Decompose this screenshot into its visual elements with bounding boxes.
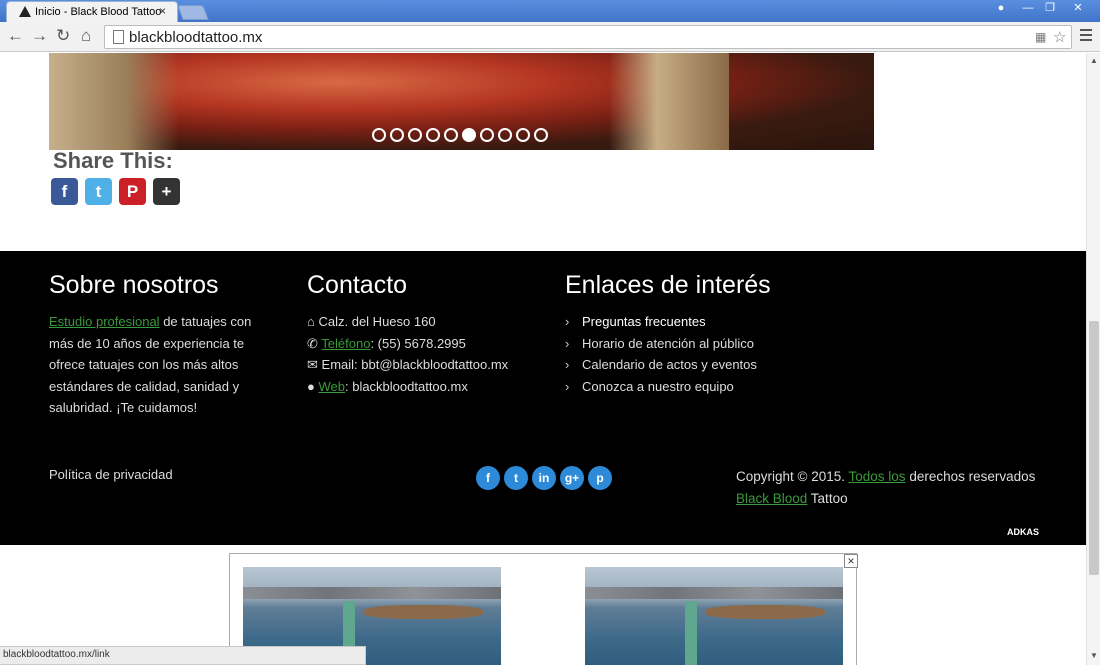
links-title: Enlaces de interés <box>565 271 771 299</box>
restore-button[interactable]: ❐ <box>1038 0 1062 16</box>
scroll-thumb[interactable] <box>1089 321 1099 575</box>
web-text: : blackbloodtattoo.mx <box>344 378 468 394</box>
pinterest-icon[interactable]: p <box>588 466 612 490</box>
globe-icon: ● <box>307 378 315 394</box>
chevron-right-icon: › <box>565 314 570 329</box>
bookmark-star-icon[interactable]: ☆ <box>1053 28 1066 46</box>
slider-dot[interactable] <box>390 128 404 142</box>
slider-dot[interactable] <box>462 128 476 142</box>
image-slider <box>49 53 874 150</box>
google-plus-icon[interactable]: g+ <box>560 466 584 490</box>
ad-image-right[interactable] <box>585 567 843 665</box>
privacy-link[interactable]: Política de privacidad <box>49 467 173 482</box>
contact-list: ⌂ Calz. del Hueso 160 ✆ Teléfono: (55) 5… <box>307 311 508 397</box>
status-bar: blackbloodtattoo.mx/link <box>0 646 366 665</box>
url-text[interactable]: blackbloodtattoo.mx <box>129 29 262 46</box>
slider-dot[interactable] <box>534 128 548 142</box>
footer-social-icons: f t in g+ p <box>476 466 612 490</box>
contact-phone: ✆ Teléfono: (55) 5678.2995 <box>307 333 508 355</box>
slider-dot[interactable] <box>408 128 422 142</box>
links-item[interactable]: › Calendario de actos y eventos <box>565 354 757 376</box>
copyright-suffix: Tattoo <box>807 490 848 506</box>
contact-address: ⌂ Calz. del Hueso 160 <box>307 311 508 333</box>
studio-link[interactable]: Estudio profesional <box>49 314 160 329</box>
address-bar[interactable]: blackbloodtattoo.mx ▦ ☆ <box>104 25 1072 49</box>
copyright-prefix: Copyright © 2015. <box>736 469 849 484</box>
contact-email: ✉ Email: bbt@blackbloodtattoo.mx <box>307 354 508 376</box>
share-facebook-button[interactable]: f <box>51 178 78 205</box>
links-item-label[interactable]: Calendario de actos y eventos <box>582 357 757 372</box>
reload-icon[interactable]: ↻ <box>56 27 70 45</box>
about-body: de tatuajes con más de 10 años de experi… <box>49 314 252 415</box>
slider-dot[interactable] <box>426 128 440 142</box>
slider-dot[interactable] <box>480 128 494 142</box>
ad-close-button[interactable]: × <box>844 554 858 568</box>
phone-icon: ✆ <box>307 335 318 351</box>
scroll-up-icon[interactable]: ▲ <box>1090 56 1098 65</box>
about-title: Sobre nosotros <box>49 271 219 299</box>
slide-image-right <box>609 53 729 150</box>
about-text: Estudio profesional de tatuajes con más … <box>49 311 264 419</box>
rights-link[interactable]: Todos los <box>849 469 906 484</box>
new-tab-button[interactable] <box>177 5 209 20</box>
back-icon[interactable]: ← <box>7 27 24 45</box>
title-bar: Inicio - Black Blood Tattoo × ● — ❐ ✕ <box>0 0 1100 22</box>
phone-text: : (55) 5678.2995 <box>370 335 466 351</box>
links-list: › Preguntas frecuentes › Horario de atenció… <box>565 311 757 397</box>
email-text: Email: bbt@blackbloodtattoo.mx <box>321 357 509 372</box>
chevron-right-icon: › <box>565 378 570 394</box>
links-item-label[interactable]: Preguntas frecuentes <box>582 314 706 329</box>
footer: Sobre nosotros Contacto Enlaces de inter… <box>0 251 1086 545</box>
page-icon <box>113 30 124 44</box>
browser-tab[interactable]: Inicio - Black Blood Tattoo × <box>6 1 178 22</box>
user-icon[interactable]: ● <box>989 0 1013 16</box>
linkedin-icon[interactable]: in <box>532 466 556 490</box>
links-item-label[interactable]: Conozca a nuestro equipo <box>582 379 734 394</box>
share-more-button[interactable]: + <box>153 178 180 205</box>
scroll-down-icon[interactable]: ▼ <box>1090 651 1098 660</box>
favicon-icon <box>19 6 31 17</box>
home-icon[interactable]: ⌂ <box>81 27 91 45</box>
slide-image-left <box>49 53 179 150</box>
links-item[interactable]: › Horario de atención al público <box>565 333 757 355</box>
chevron-right-icon: › <box>565 335 570 351</box>
copyright: Copyright © 2015. Todos los derechos res… <box>736 466 1036 509</box>
slider-dot[interactable] <box>516 128 530 142</box>
links-item[interactable]: › Conozca a nuestro equipo <box>565 376 757 398</box>
close-window-button[interactable]: ✕ <box>1066 0 1090 16</box>
translate-icon[interactable]: ▦ <box>1035 30 1046 44</box>
tab-close-button[interactable]: × <box>159 4 166 18</box>
phone-link[interactable]: Teléfono <box>321 336 370 351</box>
links-item-label[interactable]: Horario de atención al público <box>582 336 754 351</box>
address-text: Calz. del Hueso 160 <box>318 314 436 329</box>
links-item[interactable]: › Preguntas frecuentes <box>565 311 757 333</box>
adkas-credit[interactable]: ADKAS <box>1007 527 1039 537</box>
brand-link[interactable]: Black Blood <box>736 491 807 506</box>
slider-dot[interactable] <box>498 128 512 142</box>
share-pinterest-button[interactable]: P <box>119 178 146 205</box>
web-link[interactable]: Web <box>318 379 345 394</box>
vertical-scrollbar[interactable]: ▲ ▼ <box>1086 53 1100 665</box>
share-twitter-button[interactable]: t <box>85 178 112 205</box>
home-icon: ⌂ <box>307 314 315 329</box>
chevron-right-icon: › <box>565 357 570 372</box>
page-viewport: Share This: f t P + Sobre nosotros Contacto… <box>0 53 1086 665</box>
forward-icon[interactable]: → <box>31 27 48 45</box>
copyright-middle: derechos reservados <box>905 469 1036 484</box>
browser-toolbar: ← → ↻ ⌂ blackbloodtattoo.mx ▦ ☆ <box>0 22 1100 52</box>
slider-dot[interactable] <box>372 128 386 142</box>
facebook-icon[interactable]: f <box>476 466 500 490</box>
menu-icon[interactable] <box>1080 29 1092 44</box>
contact-title: Contacto <box>307 271 408 299</box>
slider-pagination <box>372 128 548 142</box>
contact-web: ● Web: blackbloodtattoo.mx <box>307 376 508 398</box>
share-buttons: f t P + <box>51 178 180 205</box>
slider-dot[interactable] <box>444 128 458 142</box>
share-title: Share This: <box>53 148 173 173</box>
twitter-icon[interactable]: t <box>504 466 528 490</box>
minimize-button[interactable]: — <box>1016 0 1040 16</box>
tab-title: Inicio - Black Blood Tattoo <box>35 6 162 18</box>
email-icon: ✉ <box>307 357 318 372</box>
